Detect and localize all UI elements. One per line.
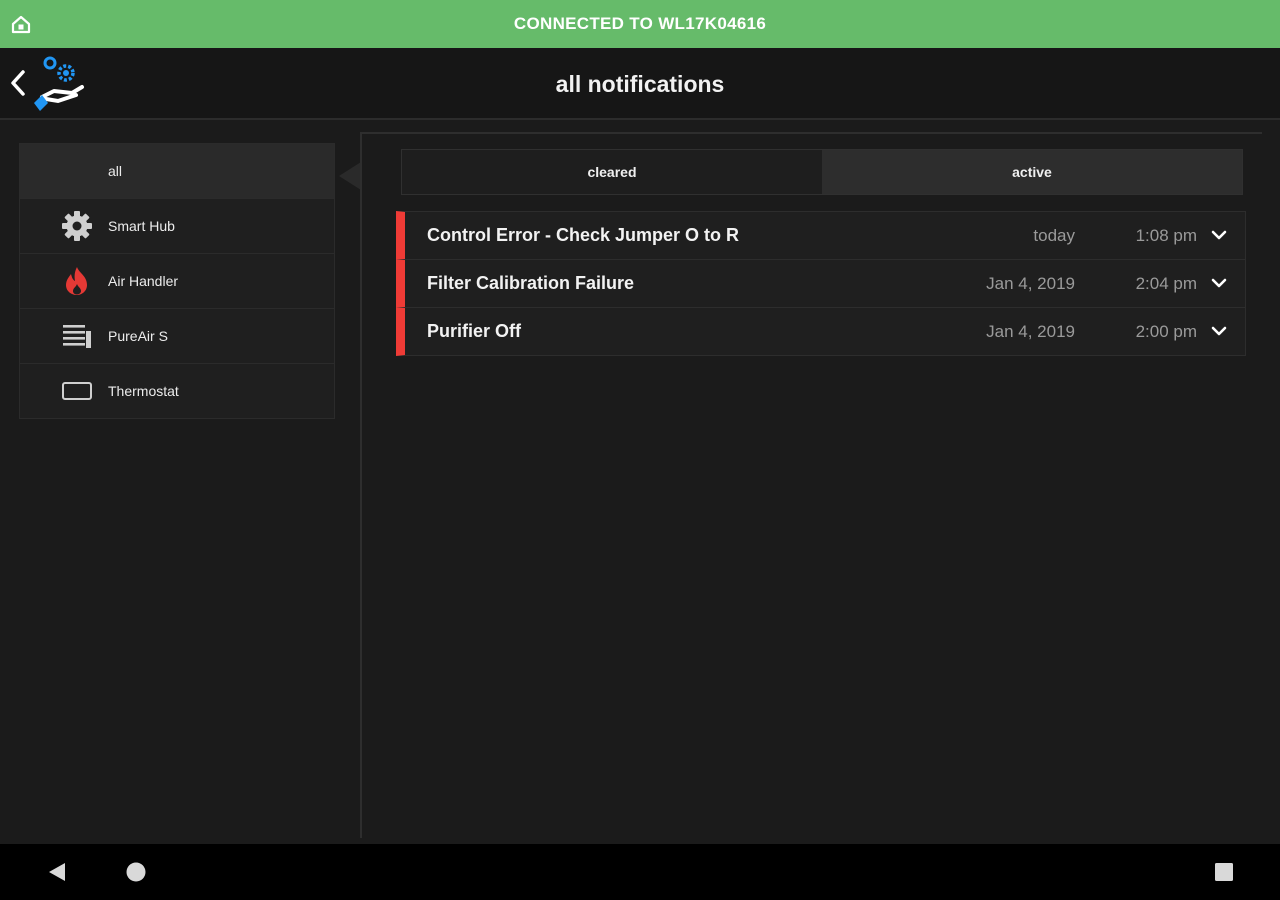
content-top-border <box>362 132 1262 134</box>
notification-tabs: cleared active <box>401 149 1243 195</box>
thermostat-icon <box>60 375 94 407</box>
nav-back-icon[interactable] <box>45 860 69 884</box>
notification-title: Filter Calibration Failure <box>427 273 635 293</box>
sidebar-item-label: PureAir S <box>108 328 168 344</box>
chevron-down-icon[interactable] <box>1211 277 1227 289</box>
notification-date: Jan 4, 2019 <box>986 273 1075 293</box>
notification-title: Purifier Off <box>427 321 522 341</box>
header: all notifications <box>0 48 1280 120</box>
chevron-down-icon[interactable] <box>1211 325 1227 337</box>
device-sidebar: all Smart Hub Air Handler PureAir S Ther… <box>0 122 361 844</box>
sidebar-item-all[interactable]: all <box>19 143 335 199</box>
device-list: all Smart Hub Air Handler PureAir S Ther… <box>19 143 335 419</box>
notification-time: 2:00 pm <box>1135 321 1197 341</box>
purifier-icon <box>60 320 94 352</box>
flame-icon <box>60 265 94 297</box>
notification-row[interactable]: Control Error - Check Jumper O to R toda… <box>396 211 1246 260</box>
sidebar-item-smart-hub[interactable]: Smart Hub <box>19 199 335 254</box>
sidebar-item-label: Smart Hub <box>108 218 175 234</box>
system-nav-bar <box>0 844 1280 900</box>
sidebar-item-thermostat[interactable]: Thermostat <box>19 364 335 419</box>
notification-title: Control Error - Check Jumper O to R <box>427 225 740 245</box>
tab-active[interactable]: active <box>822 150 1242 194</box>
page-title: all notifications <box>555 71 725 97</box>
sidebar-item-label: Thermostat <box>108 383 179 399</box>
notification-time: 2:04 pm <box>1135 273 1197 293</box>
sidebar-item-label: Air Handler <box>108 273 179 289</box>
notification-list: Control Error - Check Jumper O to R toda… <box>396 211 1246 356</box>
status-bar: CONNECTED TO WL17K04616 <box>0 0 1280 48</box>
notification-date: Jan 4, 2019 <box>986 321 1075 341</box>
nav-home-icon[interactable] <box>124 860 148 884</box>
notification-row[interactable]: Filter Calibration Failure Jan 4, 2019 2… <box>396 260 1246 308</box>
notification-row[interactable]: Purifier Off Jan 4, 2019 2:00 pm <box>396 308 1246 356</box>
sidebar-item-air-handler[interactable]: Air Handler <box>19 254 335 309</box>
notification-date: today <box>1033 225 1075 245</box>
connection-status: CONNECTED TO WL17K04616 <box>513 14 767 33</box>
sidebar-item-label: all <box>108 163 123 179</box>
chevron-down-icon[interactable] <box>1211 229 1227 241</box>
nav-recents-icon[interactable] <box>1212 860 1236 884</box>
panel-divider <box>360 132 362 838</box>
selection-pointer <box>339 162 361 190</box>
gear-icon <box>60 210 94 242</box>
tab-cleared[interactable]: cleared <box>402 150 822 194</box>
notification-time: 1:08 pm <box>1135 225 1197 245</box>
sidebar-item-pureair[interactable]: PureAir S <box>19 309 335 364</box>
